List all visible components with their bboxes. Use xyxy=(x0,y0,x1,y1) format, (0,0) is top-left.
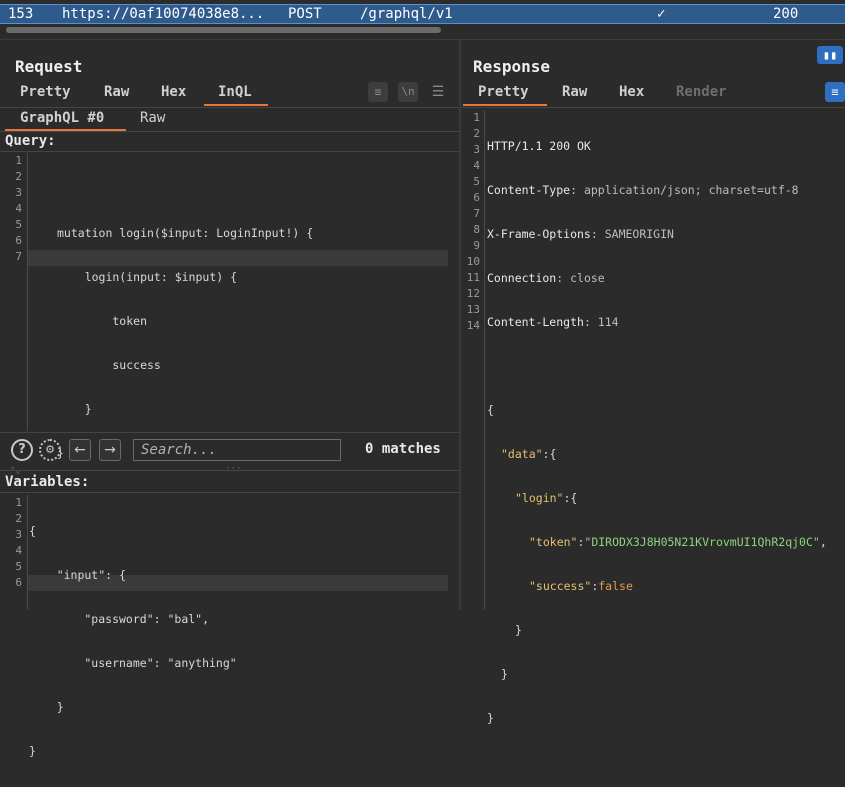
search-input[interactable] xyxy=(133,439,341,461)
tab-pretty[interactable]: Pretty xyxy=(478,84,529,100)
tab-hex[interactable]: Hex xyxy=(619,84,644,100)
json-brace: { xyxy=(487,403,494,417)
response-title: Response xyxy=(473,57,551,76)
variables-line: "input": { xyxy=(29,568,126,582)
active-tab-indicator xyxy=(463,104,547,106)
query-line: mutation login($input: LoginInput!) { xyxy=(57,226,314,240)
search-match-count: 0 matches xyxy=(365,441,441,457)
query-line: } xyxy=(57,402,92,416)
next-match-button[interactable]: → xyxy=(99,439,121,461)
json-brace: } xyxy=(487,711,494,725)
horizontal-scrollbar[interactable] xyxy=(6,27,441,33)
menu-icon[interactable]: ☰ xyxy=(428,82,448,102)
divider xyxy=(0,107,459,108)
request-panel: Request Pretty Raw Hex InQL ≡ \n ☰ Graph… xyxy=(0,40,459,758)
query-line: success xyxy=(57,358,161,372)
header-name: Content-Length xyxy=(487,315,584,329)
tab-pretty[interactable]: Pretty xyxy=(20,84,71,100)
query-label: Query: xyxy=(5,133,56,149)
header-name: X-Frame-Options xyxy=(487,227,591,241)
active-tab-indicator xyxy=(204,104,268,106)
status-line: HTTP/1.1 200 OK xyxy=(487,139,591,153)
gutter-divider xyxy=(27,495,28,610)
row-number: 153 xyxy=(8,6,34,22)
query-line: login(input: $input) { xyxy=(57,270,238,284)
tab-raw[interactable]: Raw xyxy=(104,84,129,100)
request-title: Request xyxy=(15,57,83,76)
response-body[interactable]: HTTP/1.1 200 OK Content-Type: applicatio… xyxy=(487,110,827,754)
row-status: 200 xyxy=(773,6,799,22)
subtab-graphql-0[interactable]: GraphQL #0 xyxy=(20,110,104,126)
json-key-success: "success" xyxy=(529,579,592,593)
tab-hex[interactable]: Hex xyxy=(161,84,186,100)
variables-line: "username": "anything" xyxy=(29,656,237,670)
help-icon[interactable]: ? xyxy=(11,439,33,461)
variables-line: "password": "bal", xyxy=(29,612,210,626)
header-value: application/json; charset=utf-8 xyxy=(583,183,799,197)
variables-label: Variables: xyxy=(5,474,90,490)
divider xyxy=(0,131,459,132)
json-key-login: "login" xyxy=(515,491,564,505)
query-line xyxy=(29,181,313,197)
header-name: Connection xyxy=(487,271,557,285)
query-line-numbers: 1234567 xyxy=(15,154,22,263)
row-path: /graphql/v1 xyxy=(360,6,453,22)
divider xyxy=(461,107,845,108)
variables-line: } xyxy=(29,744,36,758)
json-value-token: "DIRODX3J8H05N21KVrovmUI1QhR2qj0C" xyxy=(584,535,820,549)
previous-match-button[interactable]: ← xyxy=(69,439,91,461)
json-value-success: false xyxy=(598,579,633,593)
variables-editor[interactable]: { "input": { "password": "bal", "usernam… xyxy=(29,495,237,787)
layout-toggle-icon[interactable]: ▮▮ xyxy=(817,46,843,64)
tab-render[interactable]: Render xyxy=(676,84,727,100)
json-key-token: "token" xyxy=(529,535,578,549)
subtab-raw[interactable]: Raw xyxy=(140,110,165,126)
drag-handle-icon[interactable]: ··· xyxy=(225,464,241,474)
variables-line: } xyxy=(29,700,64,714)
gear-icon[interactable]: ⚙ xyxy=(39,439,61,461)
header-name: Content-Type xyxy=(487,183,571,197)
history-row-selected[interactable]: 153 https://0af10074038e8... POST /graph… xyxy=(0,4,845,24)
history-table: 153 https://0af10074038e8... POST /graph… xyxy=(0,0,845,40)
response-panel: ▮▮ Response Pretty Raw Hex Render ≡ 1234… xyxy=(461,40,845,725)
header-value: 114 xyxy=(597,315,619,329)
response-line-numbers: 1 2 3 4 5 6 7 8 9 10 11 12 13 14 xyxy=(466,111,480,332)
gutter-divider xyxy=(27,153,28,431)
tab-raw[interactable]: Raw xyxy=(562,84,587,100)
wrap-icon[interactable]: ≡ xyxy=(368,82,388,102)
newline-icon[interactable]: \n xyxy=(398,82,418,102)
gutter-divider xyxy=(484,110,485,610)
wrap-icon[interactable]: ≡ xyxy=(825,82,845,102)
divider xyxy=(0,151,459,152)
divider xyxy=(0,432,459,433)
divider xyxy=(0,492,459,493)
json-key-data: "data" xyxy=(501,447,543,461)
variables-line: { xyxy=(29,524,36,538)
row-check-icon: ✓ xyxy=(657,6,666,22)
query-line: token xyxy=(57,314,148,328)
row-method: POST xyxy=(288,6,322,22)
tab-inql[interactable]: InQL xyxy=(218,84,252,100)
variables-line-numbers: 123456 xyxy=(15,496,22,589)
header-value: SAMEORIGIN xyxy=(604,227,674,241)
header-value: close xyxy=(570,271,605,285)
row-url: https://0af10074038e8... xyxy=(62,6,265,22)
